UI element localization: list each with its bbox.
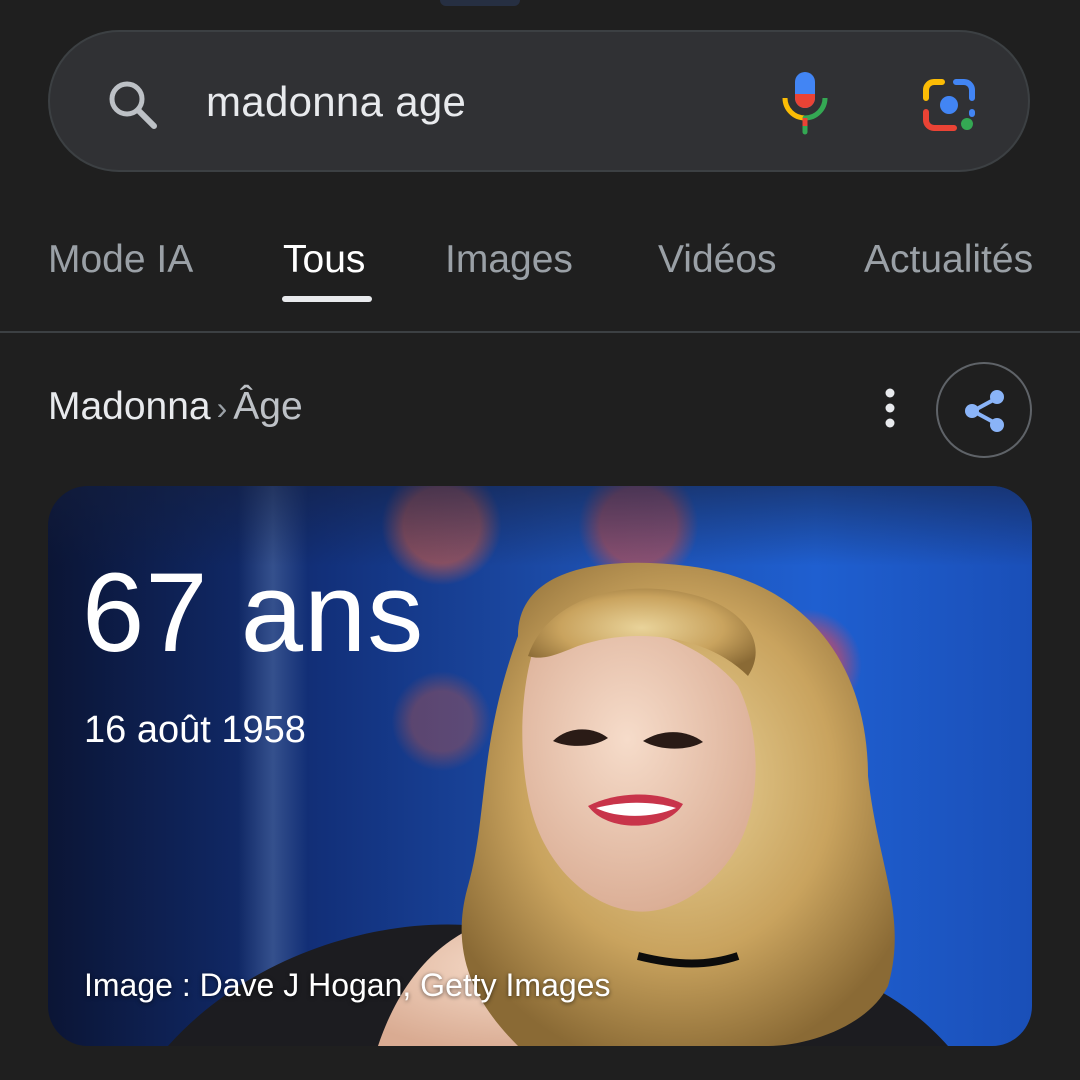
share-icon <box>965 390 1004 432</box>
search-bar[interactable]: madonna age <box>48 30 1030 172</box>
birth-date: 16 août 1958 <box>84 709 306 751</box>
top-edge-decoration <box>440 0 520 6</box>
share-button[interactable] <box>936 362 1032 458</box>
tabs-divider <box>0 331 1080 333</box>
breadcrumb: Madonna › Âge <box>48 382 303 432</box>
google-lens-icon[interactable] <box>920 76 978 134</box>
breadcrumb-attribute: Âge <box>233 385 303 428</box>
search-input[interactable]: madonna age <box>206 74 466 130</box>
tab-mode-ia[interactable]: Mode IA <box>48 236 193 284</box>
more-vert-icon[interactable] <box>878 386 902 430</box>
age-answer-card[interactable]: 67 ans 16 août 1958 Image : Dave J Hogan… <box>48 486 1032 1046</box>
tab-images[interactable]: Images <box>445 236 573 284</box>
tab-tous[interactable]: Tous <box>283 236 365 284</box>
mic-icon[interactable] <box>778 70 832 136</box>
active-tab-indicator <box>282 296 372 302</box>
breadcrumb-entity[interactable]: Madonna <box>48 385 211 428</box>
tab-videos[interactable]: Vidéos <box>658 236 777 284</box>
search-icon[interactable] <box>104 76 160 132</box>
breadcrumb-separator: › <box>216 390 228 426</box>
tab-actualites[interactable]: Actualités <box>864 236 1033 284</box>
search-results-page: madonna age Mode IA Tous Images Vidéos A… <box>0 0 1080 1080</box>
age-value: 67 ans <box>82 550 425 675</box>
image-credit[interactable]: Image : Dave J Hogan, Getty Images <box>84 964 610 1006</box>
search-tabs: Mode IA Tous Images Vidéos Actualités <box>0 228 1080 332</box>
